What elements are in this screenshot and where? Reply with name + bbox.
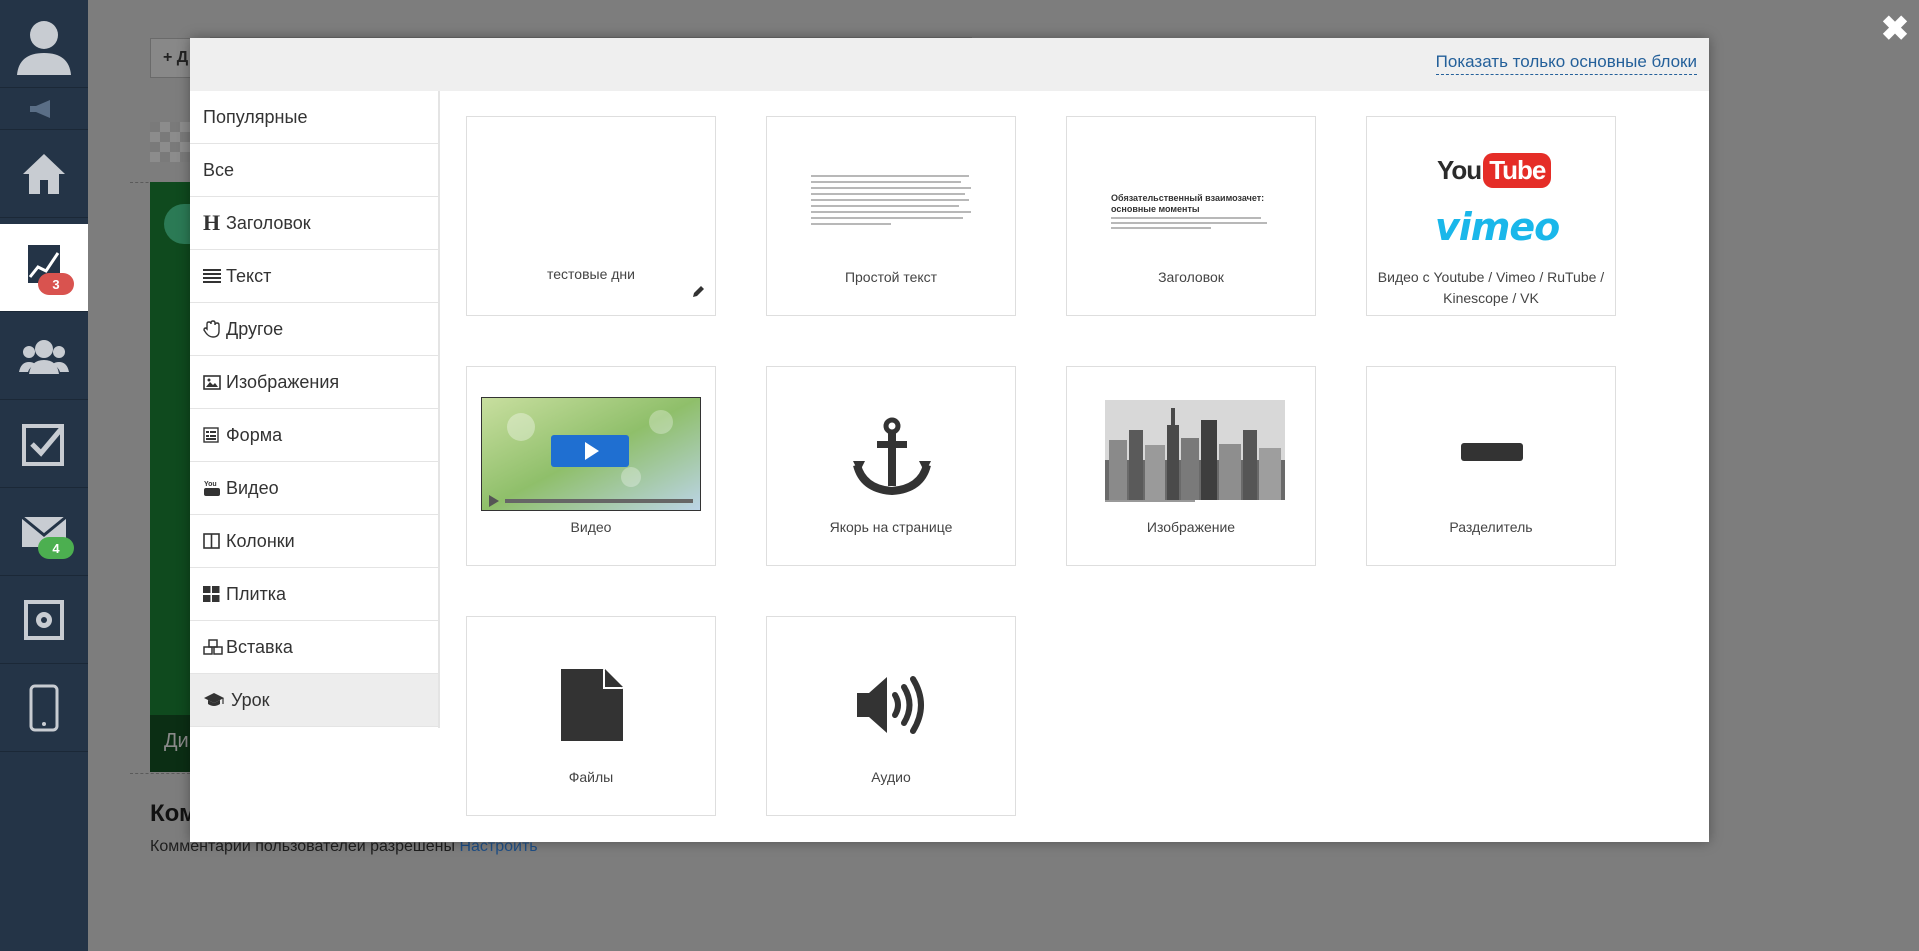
city-image-preview	[1105, 400, 1285, 502]
home-icon	[23, 153, 65, 194]
category-label: Все	[203, 159, 235, 180]
phone-icon	[29, 684, 59, 731]
category-label: Видео	[226, 477, 279, 498]
category-label: Урок	[231, 689, 270, 710]
youtube-logo-tube: Tube	[1483, 153, 1552, 188]
announcements-item[interactable]	[0, 88, 88, 130]
cubes-icon	[203, 639, 223, 655]
tiles-icon	[203, 586, 223, 602]
category-popular[interactable]: Популярные	[190, 91, 438, 144]
tile-label: Видео с Youtube / Vimeo / RuTube / Kines…	[1377, 269, 1605, 306]
category-lesson[interactable]: Урок	[190, 674, 438, 727]
safe-icon	[24, 599, 64, 640]
youtube-logo: You Tube	[1437, 153, 1552, 188]
background-badge	[164, 204, 190, 244]
tile-label: Аудио	[871, 769, 911, 785]
category-columns[interactable]: Колонки	[190, 515, 438, 568]
anchor-icon	[853, 417, 931, 495]
category-all[interactable]: Все	[190, 144, 438, 197]
image-icon	[203, 374, 223, 390]
tile-label: Изображение	[1146, 519, 1236, 535]
heading-preview-title: Обязательственный взаимозачет: основные …	[1111, 193, 1265, 214]
block-tile-external-video[interactable]: You Tube vimeo Видео с Youtube / Vimeo /…	[1366, 116, 1616, 316]
block-tile-test-days[interactable]: тестовые дни	[466, 116, 716, 316]
category-label: Вставка	[226, 636, 293, 657]
safe-item[interactable]	[0, 576, 88, 664]
category-form[interactable]: Форма	[190, 409, 438, 462]
block-tile-audio[interactable]: Аудио	[766, 616, 1016, 816]
video-player-preview	[481, 397, 701, 511]
graduation-cap-icon	[203, 692, 228, 708]
background-green-bar: Ди	[150, 715, 190, 772]
text-lines-icon	[203, 269, 223, 283]
tile-label: Заголовок	[1158, 269, 1224, 285]
mail-item[interactable]: 4	[0, 488, 88, 576]
app-sidebar: 3 4	[0, 0, 88, 951]
background-comments-title: Ком	[150, 800, 192, 827]
user-avatar-icon	[17, 20, 71, 75]
megaphone-icon	[30, 99, 50, 118]
show-basic-blocks-link[interactable]: Показать только основные блоки	[1435, 52, 1697, 75]
category-label: Текст	[226, 265, 272, 286]
stats-badge: 3	[38, 273, 74, 295]
heading-icon: H	[203, 210, 221, 235]
tile-label: Видео	[570, 519, 612, 535]
users-icon	[19, 339, 69, 374]
file-icon	[561, 669, 623, 741]
category-label: Колонки	[226, 530, 295, 551]
youtube-icon: You	[203, 479, 223, 497]
category-video[interactable]: You Видео	[190, 462, 438, 515]
block-tile-anchor[interactable]: Якорь на странице	[766, 366, 1016, 566]
block-tile-divider[interactable]: Разделитель	[1366, 366, 1616, 566]
category-text[interactable]: Текст	[190, 250, 438, 303]
columns-icon	[203, 533, 223, 549]
youtube-logo-text: You	[1437, 155, 1482, 185]
category-heading[interactable]: H Заголовок	[190, 197, 438, 250]
background-green-block	[150, 182, 190, 772]
category-label: Популярные	[203, 106, 308, 127]
speaker-icon	[857, 676, 924, 734]
tasks-item[interactable]	[0, 400, 88, 488]
category-images[interactable]: Изображения	[190, 356, 438, 409]
mail-badge: 4	[38, 537, 74, 559]
text-preview	[811, 175, 971, 225]
category-list: Популярные Все H Заголовок Текст Другое …	[190, 91, 440, 728]
background-checker	[150, 122, 190, 162]
category-label: Форма	[226, 424, 283, 445]
user-avatar[interactable]	[0, 0, 88, 88]
background-dashed-line	[130, 773, 190, 774]
home-item[interactable]	[0, 130, 88, 218]
tile-label: Простой текст	[844, 269, 938, 285]
heading-preview-lines	[1111, 217, 1267, 229]
block-tile-files[interactable]: Файлы	[466, 616, 716, 816]
block-tile-heading[interactable]: Обязательственный взаимозачет: основные …	[1066, 116, 1316, 316]
category-label: Заголовок	[226, 212, 311, 233]
users-item[interactable]	[0, 312, 88, 400]
category-embed[interactable]: Вставка	[190, 621, 438, 674]
vimeo-logo: vimeo	[1435, 205, 1560, 249]
svg-text:You: You	[204, 481, 217, 488]
divider-icon	[1461, 443, 1523, 461]
block-tile-video[interactable]: Видео	[466, 366, 716, 566]
block-tile-plain-text[interactable]: Простой текст	[766, 116, 1016, 316]
category-label: Другое	[226, 318, 284, 339]
pencil-icon	[693, 286, 704, 297]
tile-label: Якорь на странице	[829, 519, 953, 535]
form-icon	[203, 427, 223, 443]
category-label: Плитка	[226, 583, 287, 604]
category-label: Изображения	[226, 371, 340, 392]
modal-header: Показать только основные блоки	[190, 38, 1709, 91]
category-tiles[interactable]: Плитка	[190, 568, 438, 621]
mobile-item[interactable]	[0, 664, 88, 752]
block-tile-image[interactable]: Изображение	[1066, 366, 1316, 566]
tile-label: Разделитель	[1449, 519, 1533, 535]
close-icon[interactable]: ✖	[1880, 12, 1910, 46]
tile-label: тестовые дни	[547, 266, 635, 282]
stats-item[interactable]: 3	[0, 224, 88, 312]
hand-icon	[203, 320, 223, 338]
checkbox-icon	[22, 423, 64, 466]
tile-label: Файлы	[568, 769, 614, 785]
category-other[interactable]: Другое	[190, 303, 438, 356]
block-picker-modal: Показать только основные блоки Популярны…	[190, 38, 1709, 842]
